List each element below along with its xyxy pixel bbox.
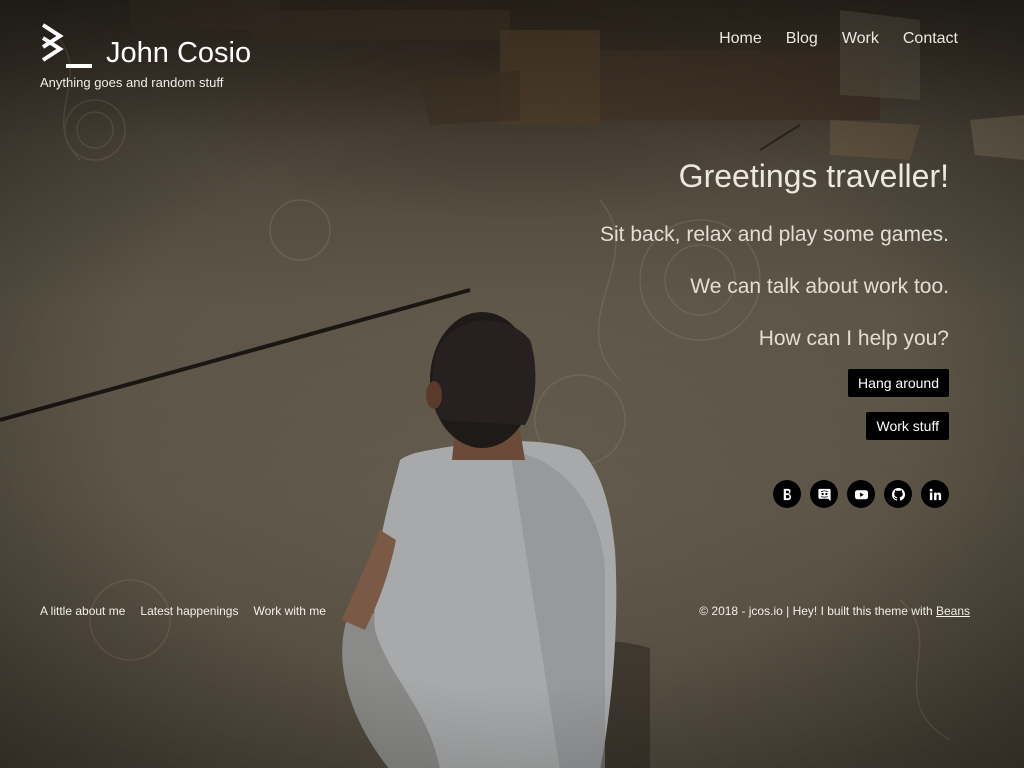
beans-link[interactable]: Beans [936, 604, 970, 618]
nav-item-home[interactable]: Home [719, 30, 762, 48]
linkedin-icon [929, 488, 941, 500]
hero-question: How can I help you? [758, 327, 949, 350]
prompt-logo-icon [41, 23, 92, 68]
social-links [600, 480, 949, 508]
discord-link[interactable] [810, 480, 838, 508]
copyright-text: © 2018 - jcos.io | Hey! I built this the… [699, 604, 936, 618]
github-link[interactable] [884, 480, 912, 508]
hero-heading: Greetings traveller! [678, 158, 949, 194]
hero-line: We can talk about work too. [690, 275, 949, 298]
linkedin-link[interactable] [921, 480, 949, 508]
footer-link-about[interactable]: A little about me [40, 604, 125, 618]
youtube-icon [854, 489, 868, 499]
site-title[interactable]: John Cosio [106, 39, 251, 72]
page: John Cosio Anything goes and random stuf… [0, 0, 1024, 768]
hero-line: Sit back, relax and play some games. [599, 223, 949, 246]
behance-icon [783, 488, 791, 500]
footer-link-work[interactable]: Work with me [253, 604, 325, 618]
copyright-notice: © 2018 - jcos.io | Hey! I built this the… [699, 604, 970, 618]
youtube-link[interactable] [847, 480, 875, 508]
hang-around-button[interactable]: Hang around [848, 369, 949, 397]
footer-link-happenings[interactable]: Latest happenings [140, 604, 238, 618]
github-icon [891, 487, 905, 501]
site-tagline: Anything goes and random stuff [40, 75, 224, 90]
nav-item-blog[interactable]: Blog [786, 30, 818, 48]
nav-item-contact[interactable]: Contact [903, 30, 958, 48]
main-nav: Home Blog Work Contact [719, 30, 958, 48]
footer-nav: A little about me Latest happenings Work… [40, 604, 326, 618]
discord-icon [817, 488, 831, 501]
hero-section: Greetings traveller! Sit back, relax and… [600, 158, 949, 508]
nav-item-work[interactable]: Work [842, 30, 879, 48]
site-brand[interactable]: John Cosio Anything goes and random stuf… [40, 22, 251, 90]
behance-link[interactable] [773, 480, 801, 508]
work-stuff-button[interactable]: Work stuff [866, 412, 949, 440]
